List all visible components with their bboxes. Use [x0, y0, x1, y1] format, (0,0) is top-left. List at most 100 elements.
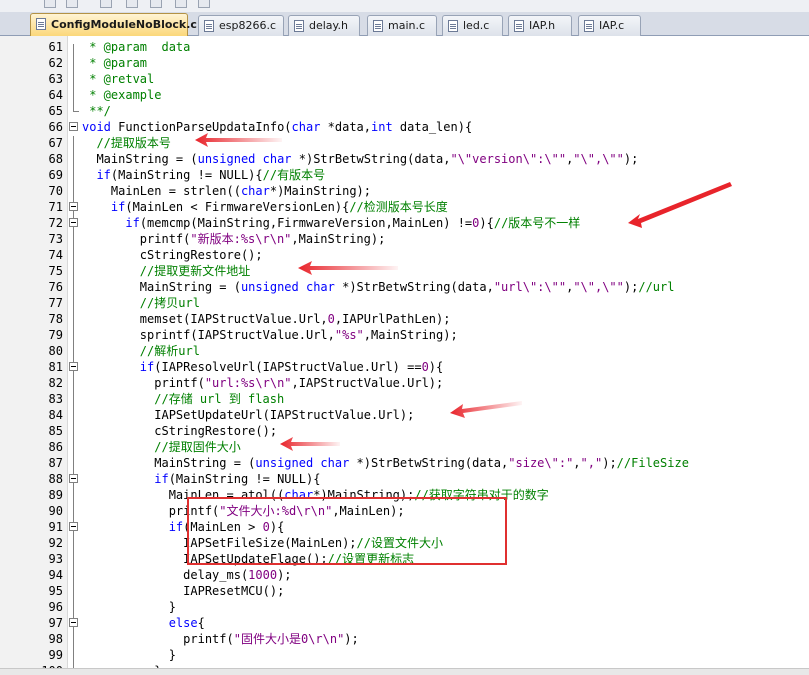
- line-number: 79: [48, 328, 63, 342]
- code-text: cStringRestore();: [82, 248, 263, 262]
- code-line[interactable]: 74 cStringRestore();: [0, 247, 809, 263]
- code-line[interactable]: 80 //解析url: [0, 343, 809, 359]
- toolbar-button[interactable]: [66, 0, 78, 8]
- c-file-icon: [584, 20, 594, 32]
- code-text: //拷贝url: [82, 296, 200, 310]
- code-line[interactable]: 98 printf("固件大小是0\r\n");: [0, 631, 809, 647]
- code-text: MainString = (unsigned char *)StrBetwStr…: [82, 456, 689, 470]
- toolbar-button[interactable]: [44, 0, 56, 8]
- line-number: 80: [48, 344, 63, 358]
- code-text: if(MainLen < FirmwareVersionLen){//检测版本号…: [110, 200, 448, 214]
- code-text: delay_ms(1000);: [82, 568, 292, 582]
- code-line[interactable]: 71 if(MainLen < FirmwareVersionLen){//检测…: [0, 199, 809, 215]
- tab-main-c[interactable]: main.c: [367, 15, 437, 36]
- tab-delay-h[interactable]: delay.h: [288, 15, 360, 36]
- tab-esp8266-c[interactable]: esp8266.c: [198, 15, 284, 36]
- line-number: 94: [48, 568, 63, 582]
- code-text: if(IAPResolveUrl(IAPStructValue.Url) ==0…: [139, 360, 444, 374]
- line-number: 77: [48, 296, 63, 310]
- code-line[interactable]: 88 if(MainString != NULL){: [0, 471, 809, 487]
- code-line[interactable]: 79 sprintf(IAPStructValue.Url,"%s",MainS…: [0, 327, 809, 343]
- code-editor[interactable]: 61 * @param data 62 * @param 63 * @retval 6…: [0, 36, 809, 668]
- code-line[interactable]: 87 MainString = (unsigned char *)StrBetw…: [0, 455, 809, 471]
- code-line[interactable]: 75 //提取更新文件地址: [0, 263, 809, 279]
- code-line[interactable]: 81 if(IAPResolveUrl(IAPStructValue.Url) …: [0, 359, 809, 375]
- code-text: if(memcmp(MainString,FirmwareVersion,Mai…: [125, 216, 581, 230]
- code-line[interactable]: 61 * @param data: [0, 39, 809, 55]
- code-line[interactable]: 70 MainLen = strlen((char*)MainString);: [0, 183, 809, 199]
- code-line[interactable]: 94 delay_ms(1000);: [0, 567, 809, 583]
- tab-label: ConfigModuleNoBlock.c: [51, 18, 197, 31]
- fold-toggle-icon[interactable]: [69, 474, 78, 483]
- horizontal-scrollbar[interactable]: [0, 668, 809, 675]
- tab-configmodulenoblock-c[interactable]: ConfigModuleNoBlock.c: [30, 13, 197, 36]
- line-number: 69: [48, 168, 63, 182]
- code-text: MainString = (unsigned char *)StrBetwStr…: [82, 280, 675, 294]
- code-line[interactable]: 76 MainString = (unsigned char *)StrBetw…: [0, 279, 809, 295]
- code-line[interactable]: 84 IAPSetUpdateUrl(IAPStructValue.Url);: [0, 407, 809, 423]
- line-number: 89: [48, 488, 63, 502]
- line-number: 97: [48, 616, 63, 630]
- line-number: 78: [48, 312, 63, 326]
- code-line[interactable]: 77 //拷贝url: [0, 295, 809, 311]
- toolbar-button[interactable]: [175, 0, 187, 8]
- code-text: IAPResetMCU();: [82, 584, 285, 598]
- tab-iap-h[interactable]: IAP.h: [508, 15, 572, 36]
- toolbar-button[interactable]: [126, 0, 138, 8]
- code-line[interactable]: 67 //提取版本号: [0, 135, 809, 151]
- code-line[interactable]: 85 cStringRestore();: [0, 423, 809, 439]
- fold-toggle-icon[interactable]: [69, 618, 78, 627]
- toolbar-button[interactable]: [150, 0, 162, 8]
- fold-toggle-icon[interactable]: [69, 202, 78, 211]
- code-line[interactable]: 65 **/: [0, 103, 809, 119]
- line-number: 92: [48, 536, 63, 550]
- tab-iap-c[interactable]: IAP.c: [578, 15, 641, 36]
- code-line[interactable]: 72 if(memcmp(MainString,FirmwareVersion,…: [0, 215, 809, 231]
- line-number: 93: [48, 552, 63, 566]
- line-number: 71: [48, 200, 63, 214]
- tab-label: esp8266.c: [219, 19, 277, 32]
- line-number: 96: [48, 600, 63, 614]
- code-line[interactable]: 96 }: [0, 599, 809, 615]
- fold-toggle-icon[interactable]: [69, 122, 78, 131]
- code-line[interactable]: 97 else{: [0, 615, 809, 631]
- toolbar-button[interactable]: [198, 0, 210, 8]
- line-number: 67: [48, 136, 63, 150]
- code-text: MainString = (unsigned char *)StrBetwStr…: [82, 152, 639, 166]
- code-line[interactable]: 82 printf("url:%s\r\n",IAPStructValue.Ur…: [0, 375, 809, 391]
- code-line[interactable]: 69 if(MainString != NULL){//有版本号: [0, 167, 809, 183]
- fold-toggle-icon[interactable]: [69, 522, 78, 531]
- highlight-box: [187, 497, 507, 565]
- code-text: cStringRestore();: [82, 424, 278, 438]
- line-number: 85: [48, 424, 63, 438]
- h-file-icon: [514, 20, 524, 32]
- line-number: 86: [48, 440, 63, 454]
- toolbar-button[interactable]: [100, 0, 112, 8]
- code-text: }: [82, 648, 176, 662]
- line-number: 88: [48, 472, 63, 486]
- code-line[interactable]: 64 * @example: [0, 87, 809, 103]
- code-text: sprintf(IAPStructValue.Url,"%s",MainStri…: [82, 328, 458, 342]
- code-line[interactable]: 99 }: [0, 647, 809, 663]
- line-number: 73: [48, 232, 63, 246]
- tab-label: led.c: [463, 19, 490, 32]
- code-line[interactable]: 83 //存储 url 到 flash: [0, 391, 809, 407]
- file-tab-bar: ConfigModuleNoBlock.c esp8266.c delay.h …: [0, 12, 809, 36]
- tab-label: delay.h: [309, 19, 348, 32]
- tab-label: IAP.c: [599, 19, 625, 32]
- code-line[interactable]: 73 printf("新版本:%s\r\n",MainString);: [0, 231, 809, 247]
- fold-toggle-icon[interactable]: [69, 218, 78, 227]
- code-line[interactable]: 62 * @param: [0, 55, 809, 71]
- code-line[interactable]: 78 memset(IAPStructValue.Url,0,IAPUrlPat…: [0, 311, 809, 327]
- line-number: 82: [48, 376, 63, 390]
- fold-toggle-icon[interactable]: [69, 362, 78, 371]
- code-line[interactable]: 68 MainString = (unsigned char *)StrBetw…: [0, 151, 809, 167]
- code-line[interactable]: 86 //提取固件大小: [0, 439, 809, 455]
- code-text: else{: [168, 616, 205, 630]
- code-line[interactable]: 63 * @retval: [0, 71, 809, 87]
- line-number: 76: [48, 280, 63, 294]
- code-line[interactable]: 95 IAPResetMCU();: [0, 583, 809, 599]
- code-text: void FunctionParseUpdataInfo(char *data,…: [82, 120, 473, 134]
- code-line[interactable]: 66 void FunctionParseUpdataInfo(char *dat…: [0, 119, 809, 135]
- tab-led-c[interactable]: led.c: [442, 15, 503, 36]
